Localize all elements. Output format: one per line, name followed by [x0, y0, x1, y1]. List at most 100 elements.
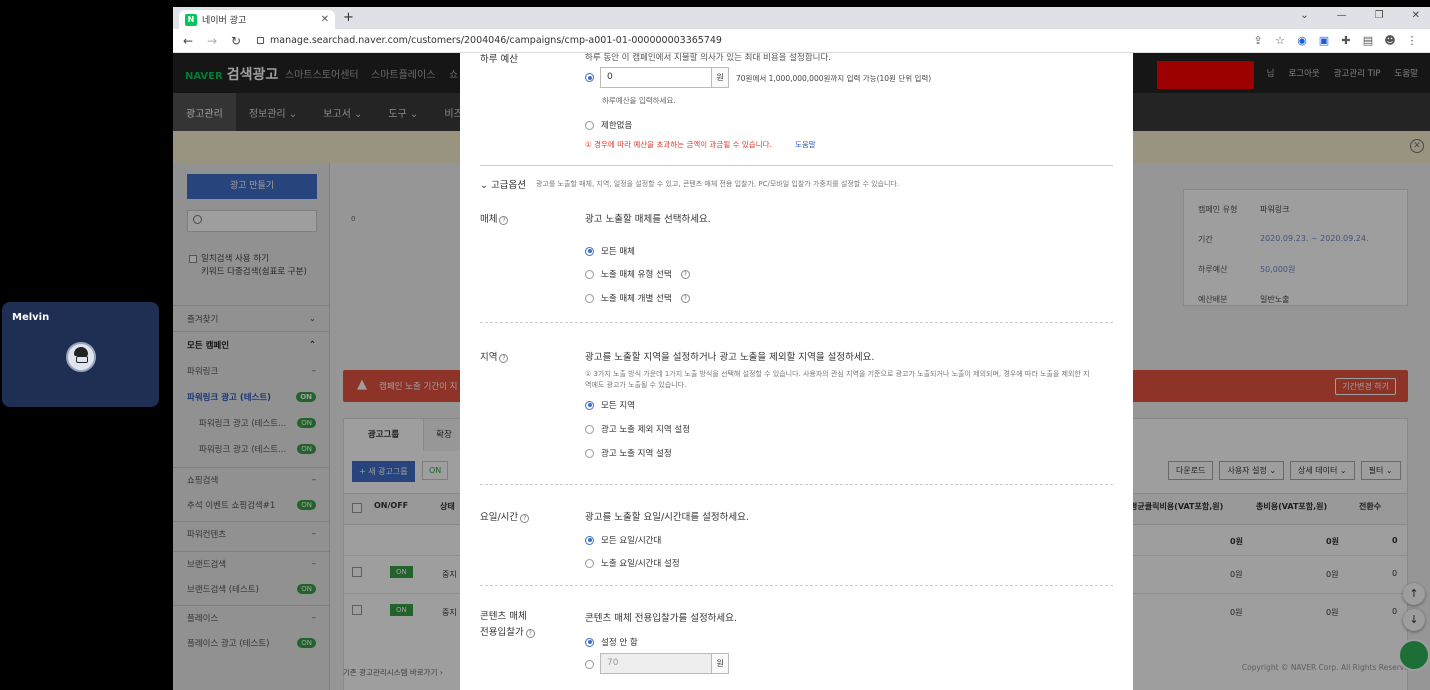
share-icon[interactable]: ⇪ — [1252, 34, 1264, 47]
budget-input[interactable]: 0 — [600, 67, 712, 88]
divider — [480, 322, 1113, 323]
browser-tab[interactable]: N 네이버 광고 ✕ — [179, 10, 335, 29]
schedule-desc: 광고를 노출할 요일/시간대를 설정하세요. — [585, 512, 749, 523]
region-exclude-radio[interactable]: 광고 노출 제외 지역 설정 — [585, 423, 690, 435]
extension-icon[interactable]: ▣ — [1318, 34, 1330, 47]
media-label: 매체? — [480, 211, 509, 225]
content-bid-none-radio[interactable]: 설정 안 함 — [585, 636, 638, 648]
divider — [480, 585, 1113, 586]
media-desc: 광고 노출할 매체를 선택하세요. — [585, 214, 711, 225]
reload-icon[interactable]: ↻ — [227, 34, 245, 48]
region-label: 지역? — [480, 349, 509, 363]
radio-icon[interactable] — [585, 424, 594, 434]
divider — [480, 484, 1113, 485]
radio-label: 노출 매체 개별 선택 — [601, 294, 672, 304]
help-icon[interactable]: ? — [680, 269, 690, 279]
budget-description: 하루 동안 이 캠페인에서 지불할 의사가 있는 최대 비용을 설정합니다. — [585, 53, 831, 63]
lock-icon — [257, 37, 264, 44]
region-include-radio[interactable]: 광고 노출 지역 설정 — [585, 447, 672, 459]
browser-window: N 네이버 광고 ✕ + ⌄ — ❐ ✕ ← → ↻ manage.search… — [173, 7, 1430, 690]
region-all-radio[interactable]: 모든 지역 — [585, 399, 635, 411]
content-bid-custom-radio[interactable] — [585, 660, 594, 669]
budget-label: 하루 예산 — [480, 54, 518, 65]
radio-label: 노출 요일/시간대 설정 — [601, 559, 680, 569]
media-all-radio[interactable]: 모든 매체 — [585, 245, 635, 257]
naver-favicon-icon: N — [185, 13, 197, 26]
budget-limited-radio[interactable] — [585, 73, 594, 82]
content-bid-input[interactable]: 70 — [600, 653, 712, 674]
budget-unit: 원 — [711, 67, 729, 88]
media-label-text: 매체 — [480, 214, 498, 225]
content-bid-desc: 콘텐츠 매체 전용입찰가를 설정하세요. — [585, 613, 737, 624]
media-type-radio[interactable]: 노출 매체 유형 선택? — [585, 268, 690, 280]
budget-warning: ① 경우에 따라 예산을 초과하는 금액이 과금될 수 있습니다. — [585, 140, 772, 149]
advanced-options-desc: 광고를 노출할 매체, 지역, 일정을 설정할 수 있고, 콘텐츠 매체 전용 … — [536, 180, 900, 188]
close-window-icon[interactable]: ✕ — [1412, 10, 1420, 21]
media-individual-radio[interactable]: 노출 매체 개별 선택? — [585, 292, 690, 304]
budget-unlimited-radio[interactable]: 제한없음 — [585, 119, 632, 131]
help-icon[interactable]: ? — [525, 629, 535, 638]
puzzle-icon[interactable]: ✚ — [1340, 34, 1352, 47]
radio-icon[interactable] — [585, 120, 594, 130]
schedule-label-text: 요일/시간 — [480, 512, 519, 523]
help-link[interactable]: 도움말 — [795, 139, 816, 150]
content-bid-unit: 원 — [711, 653, 729, 674]
content-bid-label-line1: 콘텐츠 매체 — [480, 611, 527, 622]
minimize-icon[interactable]: — — [1337, 10, 1347, 21]
region-label-text: 지역 — [480, 352, 498, 363]
region-desc: 광고를 노출할 지역을 설정하거나 광고 노출을 제외할 지역을 설정하세요. — [585, 352, 875, 363]
participant-avatar — [66, 342, 96, 372]
back-icon[interactable]: ← — [179, 34, 197, 48]
restore-icon[interactable]: ❐ — [1375, 10, 1384, 21]
radio-icon[interactable] — [585, 293, 594, 303]
help-icon[interactable]: ? — [680, 293, 690, 303]
help-icon[interactable]: ? — [499, 216, 509, 225]
radio-icon[interactable] — [585, 448, 594, 458]
profile-icon[interactable]: ☻ — [1384, 34, 1396, 47]
radio-icon[interactable] — [585, 269, 594, 279]
new-tab-icon[interactable]: + — [343, 10, 354, 25]
extension-icon[interactable]: ◉ — [1296, 34, 1308, 47]
schedule-custom-radio[interactable]: 노출 요일/시간대 설정 — [585, 557, 680, 569]
sidepanel-icon[interactable]: ▤ — [1362, 34, 1374, 47]
schedule-all-radio[interactable]: 모든 요일/시간대 — [585, 534, 661, 546]
extensions-bar: ⇪ ☆ ◉ ▣ ✚ ▤ ☻ ⋮ — [1252, 34, 1418, 47]
radio-label: 모든 요일/시간대 — [601, 536, 662, 546]
window-controls: ⌄ — ❐ ✕ — [1300, 10, 1420, 21]
bookmark-star-icon[interactable]: ☆ — [1274, 34, 1286, 47]
content-bid-label: 콘텐츠 매체전용입찰가? — [480, 609, 535, 641]
tab-title: 네이버 광고 — [202, 16, 247, 26]
forward-icon[interactable]: → — [203, 34, 221, 48]
address-bar: ← → ↻ manage.searchad.naver.com/customer… — [173, 29, 1430, 53]
region-note: ① 3가지 노출 방식 가운데 1가지 노출 방식을 선택해 설정할 수 있습니… — [585, 370, 1090, 389]
radio-label: 광고 노출 지역 설정 — [601, 449, 672, 459]
radio-icon[interactable] — [585, 637, 594, 647]
radio-label: 광고 노출 제외 지역 설정 — [601, 425, 691, 435]
radio-label: 제한없음 — [601, 121, 633, 131]
help-icon[interactable]: ? — [499, 354, 509, 363]
radio-label: 모든 매체 — [601, 247, 635, 257]
menu-dots-icon[interactable]: ⋮ — [1406, 34, 1418, 47]
campaign-edit-modal: 하루 예산 하루 동안 이 캠페인에서 지불할 의사가 있는 최대 비용을 설정… — [460, 53, 1133, 690]
radio-icon[interactable] — [585, 535, 594, 545]
radio-icon[interactable] — [585, 246, 594, 256]
help-icon[interactable]: ? — [520, 514, 530, 523]
participant-name: Melvin — [12, 312, 50, 323]
divider — [480, 165, 1113, 166]
budget-sub: 하루예산을 입력하세요. — [602, 96, 676, 105]
radio-icon[interactable] — [585, 400, 594, 410]
radio-label: 노출 매체 유형 선택 — [601, 270, 672, 280]
url-text: manage.searchad.naver.com/customers/2004… — [270, 35, 722, 46]
tab-strip: N 네이버 광고 ✕ + ⌄ — ❐ ✕ — [173, 7, 1430, 29]
close-tab-icon[interactable]: ✕ — [321, 14, 329, 25]
advanced-options-toggle[interactable]: ⌄ 고급옵션 — [480, 177, 526, 191]
radio-icon[interactable] — [585, 558, 594, 568]
video-call-tile: Melvin — [2, 302, 159, 407]
budget-hint: 70원에서 1,000,000,000원까지 입력 가능(10원 단위 입력) — [736, 74, 932, 83]
chevron-down-icon[interactable]: ⌄ — [1300, 10, 1308, 21]
schedule-label: 요일/시간? — [480, 509, 530, 523]
radio-label: 모든 지역 — [601, 401, 635, 411]
content-bid-label-line2: 전용입찰가 — [480, 627, 524, 638]
url-field[interactable]: manage.searchad.naver.com/customers/2004… — [257, 35, 1252, 46]
radio-label: 설정 안 함 — [601, 638, 638, 648]
